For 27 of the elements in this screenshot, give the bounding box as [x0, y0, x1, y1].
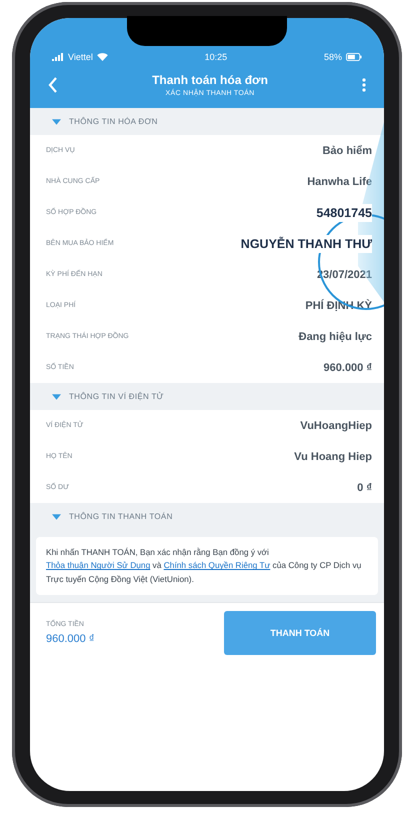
section-title: THÔNG TIN HÓA ĐƠN	[69, 117, 158, 126]
more-icon	[362, 78, 366, 92]
terms-notice: Khi nhấn THANH TOÁN, Bạn xác nhận rằng Bạn đồng ý với Thỏa thuận Người Sử Dụng và Chính sách Quyền Riêng Tư của Công ty CP Dịch vụ Trực tuyến Cộng Đồng Việt (VietUnion).	[36, 537, 378, 596]
section-title: THÔNG TIN THANH TOÁN	[69, 512, 173, 521]
field-value: Vu Hoang Hiep	[294, 450, 372, 462]
signal-icon	[52, 53, 64, 61]
field-value: VuHoangHiep	[300, 420, 372, 432]
field-value: 0 ₫	[357, 482, 372, 494]
total-amount: 960.000 ₫	[46, 633, 94, 646]
terms-link[interactable]: Thỏa thuận Người Sử Dụng	[46, 560, 150, 570]
section-header[interactable]: THÔNG TIN THANH TOÁN	[30, 503, 384, 530]
section-header[interactable]: THÔNG TIN VÍ ĐIỆN TỬ	[30, 383, 384, 410]
wifi-icon	[96, 53, 108, 61]
field-value: Hanwha Life	[307, 176, 372, 188]
field-value: Đang hiệu lực	[298, 330, 372, 342]
battery-icon	[346, 53, 362, 61]
back-icon	[48, 77, 58, 93]
screen-title: Thanh toán hóa đơn	[152, 73, 268, 87]
carrier-name: Viettel	[68, 52, 93, 62]
pay-button[interactable]: THANH TOÁN	[224, 611, 376, 656]
field-value: 960.000 ₫	[324, 362, 372, 374]
section-header[interactable]: THÔNG TIN HÓA ĐƠN	[30, 108, 384, 135]
battery-percent: 58%	[324, 52, 342, 62]
status-time: 10:25	[204, 52, 228, 62]
field-value: Bảo hiểm	[322, 144, 372, 156]
section-title: THÔNG TIN VÍ ĐIỆN TỬ	[69, 392, 164, 401]
terms-link[interactable]: Chính sách Quyền Riêng Tư	[164, 560, 270, 570]
